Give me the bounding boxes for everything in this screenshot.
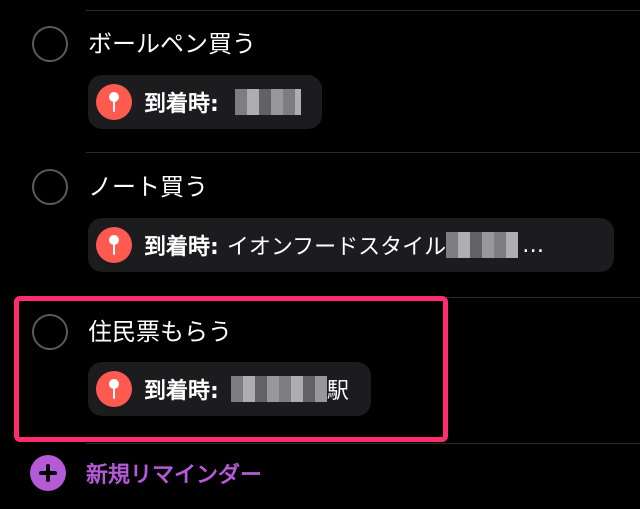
redacted-location-mosaic	[230, 376, 327, 402]
plus-circle-icon	[30, 455, 66, 491]
map-pin-icon	[96, 371, 132, 407]
location-trigger-label: 到着時:	[144, 92, 219, 117]
redacted-location-mosaic	[446, 232, 519, 258]
reminder-item: ノート買う 到着時: イオンフードスタイル …	[0, 160, 640, 295]
location-trigger-label: 到着時:	[144, 379, 219, 404]
map-pin-icon	[96, 227, 132, 263]
list-divider	[86, 443, 640, 444]
reminder-complete-checkbox[interactable]	[32, 26, 68, 62]
map-pin-icon	[96, 84, 132, 120]
new-reminder-label: 新規リマインダー	[86, 463, 263, 488]
list-divider	[86, 10, 640, 11]
location-trigger-label: 到着時:	[144, 235, 219, 260]
truncation-ellipsis: …	[522, 232, 545, 258]
reminders-list-screen: ボールペン買う 到着時: ノート買う 到着時: イオンフードスタイル … 住民票…	[0, 0, 640, 509]
list-divider	[86, 297, 640, 298]
location-trigger-chip[interactable]: 到着時: イオンフードスタイル …	[88, 218, 614, 272]
redacted-location-mosaic	[234, 89, 301, 115]
location-suffix: 駅	[326, 379, 349, 404]
reminder-title[interactable]: ノート買う	[88, 172, 208, 202]
location-trigger-chip[interactable]: 到着時: 駅	[88, 362, 371, 416]
reminder-item: 住民票もらう 到着時: 駅	[0, 305, 640, 440]
reminder-item: ボールペン買う 到着時:	[0, 18, 640, 148]
new-reminder-button[interactable]: 新規リマインダー	[30, 455, 262, 491]
list-divider	[86, 152, 640, 153]
reminder-complete-checkbox[interactable]	[32, 314, 68, 350]
reminder-complete-checkbox[interactable]	[32, 169, 68, 205]
reminder-title[interactable]: 住民票もらう	[88, 317, 232, 347]
location-trigger-chip[interactable]: 到着時:	[88, 75, 322, 129]
reminder-title[interactable]: ボールペン買う	[88, 29, 256, 59]
location-name: イオンフードスタイル	[226, 235, 447, 260]
